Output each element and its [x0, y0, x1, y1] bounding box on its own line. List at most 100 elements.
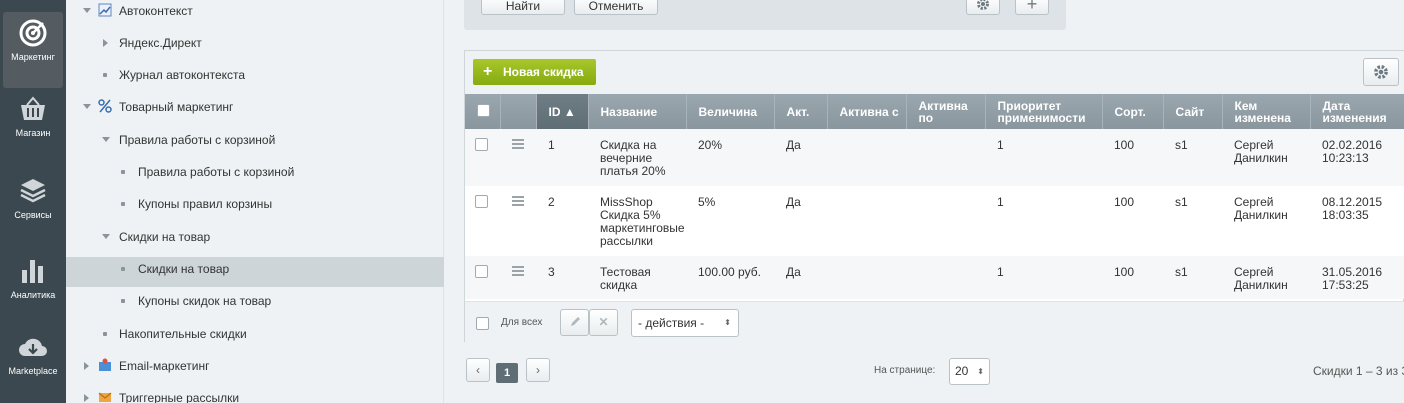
actions-select-value: - действия -: [638, 316, 705, 330]
target-icon: [19, 19, 47, 47]
layers-icon: [20, 179, 46, 203]
row-checkbox[interactable]: [475, 138, 488, 151]
gear-icon: [977, 0, 989, 10]
filter-settings-button[interactable]: [966, 0, 1000, 15]
chevron-down-icon[interactable]: [83, 8, 91, 13]
drag-handle-icon[interactable]: [512, 266, 524, 276]
menu-item-product-discounts[interactable]: Скидки на товар: [66, 257, 444, 287]
rail-item-shop[interactable]: Магазин: [0, 96, 66, 172]
for-all-checkbox[interactable]: [476, 317, 489, 330]
cell-modified-by[interactable]: Сергей Данилкин: [1222, 129, 1310, 186]
cell-active-to: [906, 129, 985, 186]
menu-item-product-marketing[interactable]: Товарный маркетинг: [66, 96, 444, 122]
bullet-icon: [121, 202, 125, 206]
rail-item-marketing[interactable]: Маркетинг: [3, 12, 63, 88]
cell-sort: 100: [1102, 256, 1163, 299]
cell-modified-by[interactable]: Сергей Данилкин: [1222, 186, 1310, 256]
rail-item-analytics[interactable]: Аналитика: [0, 256, 66, 332]
column-header-value[interactable]: Величина: [686, 94, 775, 129]
menu-item-label: Правила работы с корзиной: [138, 165, 295, 179]
cell-id[interactable]: 1: [536, 129, 588, 186]
cell-priority: 1: [985, 129, 1102, 186]
cancel-button[interactable]: Отменить: [574, 0, 658, 15]
cell-id[interactable]: 3: [536, 256, 588, 299]
menu-item-label: Триггерные рассылки: [119, 391, 240, 403]
menu-item-cart-rules[interactable]: Правила работы с корзиной: [66, 161, 444, 187]
drag-handle-icon[interactable]: [512, 196, 524, 206]
chevron-right-icon[interactable]: [103, 39, 108, 47]
for-all-label: Для всех: [501, 317, 543, 328]
chevron-down-icon[interactable]: [102, 137, 110, 142]
column-header-modified-by[interactable]: Кем изменена: [1222, 94, 1311, 129]
select-all-cell: [465, 94, 501, 129]
grid-footer: Для всех ✕ - действия - ⬍: [465, 301, 1404, 343]
bar-chart-icon: [22, 260, 43, 283]
cell-date: 08.12.2015 18:03:35: [1310, 186, 1404, 256]
column-header-modified-date[interactable]: Дата изменения: [1310, 94, 1404, 129]
row-select-cell: [465, 129, 500, 186]
bullet-icon: [121, 170, 125, 174]
add-filter-button[interactable]: +: [1015, 0, 1049, 15]
menu-item-yandex-direct[interactable]: Яндекс.Директ: [66, 32, 444, 58]
menu-item-product-discounts-group[interactable]: Скидки на товар: [66, 226, 444, 252]
menu-item-cart-rules-group[interactable]: Правила работы с корзиной: [66, 129, 444, 155]
row-checkbox[interactable]: [475, 195, 488, 208]
edit-button[interactable]: [560, 309, 589, 336]
per-page-select[interactable]: 20 ⬍: [949, 358, 990, 385]
column-header-active-to[interactable]: Активна по: [906, 94, 986, 129]
rail-item-marketplace[interactable]: Marketplace: [0, 334, 66, 403]
next-page-button[interactable]: ›: [526, 358, 550, 382]
column-header-site[interactable]: Сайт: [1163, 94, 1223, 129]
menu-item-product-coupons[interactable]: Купоны скидок на товар: [66, 290, 444, 316]
grid-settings-button[interactable]: [1363, 58, 1399, 86]
cell-site[interactable]: s1: [1163, 186, 1222, 256]
table-row[interactable]: 1 Скидка на вечерние платья 20% 20% Да 1…: [465, 129, 1404, 186]
menu-item-email-marketing[interactable]: Email-маркетинг: [66, 355, 444, 381]
drag-handle-icon[interactable]: [512, 139, 524, 149]
discount-grid: + Новая скидка ID ▲ Название Величина Ак…: [464, 50, 1404, 343]
actions-select[interactable]: - действия - ⬍: [631, 309, 739, 337]
column-header-active[interactable]: Акт.: [774, 94, 828, 129]
rail-item-services[interactable]: Сервисы: [0, 176, 66, 252]
basket-icon: [21, 96, 45, 120]
page-1-button[interactable]: 1: [496, 363, 518, 383]
cell-date: 02.02.2016 10:23:13: [1310, 129, 1404, 186]
menu-item-trigger-mailings[interactable]: Триггерные рассылки: [66, 387, 444, 403]
cell-priority: 1: [985, 256, 1102, 299]
find-button[interactable]: Найти: [481, 0, 565, 15]
table-row[interactable]: 2 MissShop Скидка 5% маркетинговые рассы…: [465, 186, 1404, 256]
table-row[interactable]: 3 Тестовая скидка 100.00 руб. Да 1 100 s…: [465, 256, 1404, 299]
column-header-id[interactable]: ID ▲: [536, 94, 589, 129]
column-header-active-from[interactable]: Активна с: [827, 94, 907, 129]
chevron-down-icon[interactable]: [102, 234, 110, 239]
discount-table: ID ▲ Название Величина Акт. Активна с Ак…: [465, 94, 1404, 299]
cell-site[interactable]: s1: [1163, 129, 1222, 186]
column-header-sort[interactable]: Сорт.: [1102, 94, 1164, 129]
new-discount-label: Новая скидка: [503, 65, 584, 79]
prev-page-button[interactable]: ‹: [466, 358, 490, 382]
chevron-right-icon[interactable]: [84, 394, 89, 402]
new-discount-button[interactable]: + Новая скидка: [473, 59, 596, 85]
menu-item-autocontext-log[interactable]: Журнал автоконтекста: [66, 64, 444, 90]
cell-modified-by[interactable]: Сергей Данилкин: [1222, 256, 1310, 299]
cell-active-from: [827, 186, 906, 256]
chevron-down-icon[interactable]: [83, 104, 91, 109]
menu-item-cart-coupons[interactable]: Купоны правил корзины: [66, 193, 444, 219]
chevron-right-icon[interactable]: [84, 362, 89, 370]
row-drag-cell: [500, 129, 536, 186]
select-all-checkbox[interactable]: [477, 104, 490, 117]
sidebar-menu: Автоконтекст Яндекс.Директ Журнал автоко…: [66, 0, 444, 403]
delete-button[interactable]: ✕: [589, 309, 618, 336]
row-drag-cell: [500, 256, 536, 299]
menu-item-autocontext[interactable]: Автоконтекст: [66, 0, 444, 26]
column-header-priority[interactable]: Приоритет применимости: [985, 94, 1103, 129]
envelope-icon: [98, 392, 112, 402]
column-header-name[interactable]: Название: [588, 94, 687, 129]
cell-value: 20%: [686, 129, 774, 186]
cell-site[interactable]: s1: [1163, 256, 1222, 299]
row-drag-cell: [500, 186, 536, 256]
menu-item-cumulative-discounts[interactable]: Накопительные скидки: [66, 323, 444, 349]
row-checkbox[interactable]: [475, 265, 488, 278]
plus-icon: +: [1026, 0, 1038, 14]
cell-id[interactable]: 2: [536, 186, 588, 256]
